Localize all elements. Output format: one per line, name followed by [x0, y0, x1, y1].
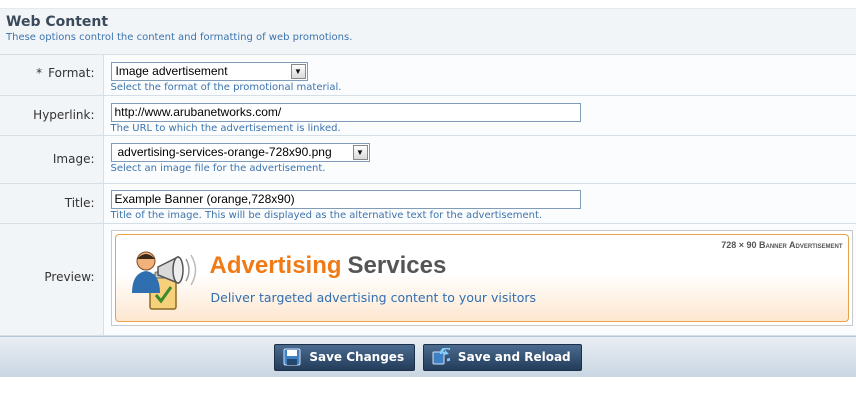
section-header: Web Content These options control the co… — [0, 9, 856, 55]
image-row: Image: advertising-services-orange-728x9… — [0, 135, 856, 184]
save-and-reload-label: Save and Reload — [457, 350, 571, 364]
banner-title-rest: Services — [347, 251, 447, 279]
image-label-cell: Image: — [0, 135, 104, 184]
chevron-down-icon[interactable]: ▼ — [290, 64, 306, 79]
image-help: Select an image file for the advertiseme… — [110, 162, 326, 174]
megaphone-person-icon — [131, 251, 196, 310]
format-select-value: Image advertisement — [115, 64, 228, 78]
floppy-disk-icon — [283, 348, 301, 366]
title-label-cell: Title: — [0, 183, 104, 224]
format-label-cell: * Format: — [0, 55, 104, 96]
preview-row: Preview: 728 × 90 Banner Advertisement A… — [0, 223, 856, 336]
preview-field-cell: 728 × 90 Banner Advertisement Advertisin… — [103, 223, 856, 336]
hyperlink-help: The URL to which the advertisement is li… — [110, 122, 341, 134]
hyperlink-field-cell: http://www.arubanetworks.com/ The URL to… — [103, 95, 856, 136]
button-bar: Save Changes Save and Reload — [0, 335, 856, 377]
image-select[interactable]: advertising-services-orange-728x90.png ▼ — [110, 142, 370, 162]
image-field-cell: advertising-services-orange-728x90.png ▼… — [103, 135, 856, 184]
preview-frame: 728 × 90 Banner Advertisement Advertisin… — [110, 229, 853, 326]
banner-size-badge: 728 × 90 Banner Advertisement — [721, 240, 842, 250]
hyperlink-input[interactable]: http://www.arubanetworks.com/ — [110, 102, 581, 122]
title-label: Title: — [64, 195, 95, 210]
required-marker: * — [36, 66, 43, 80]
format-label: Format: — [48, 66, 95, 80]
banner-badge-text: 728 × 90 Banner Advertisement — [721, 239, 843, 250]
chevron-down-icon[interactable]: ▼ — [352, 144, 368, 160]
banner-title: Advertising Services — [210, 252, 447, 280]
banner-subtitle: Deliver targeted advertising content to … — [210, 289, 537, 305]
section-description: These options control the content and fo… — [6, 32, 353, 43]
save-changes-label: Save Changes — [309, 350, 405, 364]
image-select-value: advertising-services-orange-728x90.png — [117, 144, 332, 159]
section-title: Web Content — [6, 14, 109, 30]
save-and-reload-button[interactable]: Save and Reload — [422, 343, 582, 371]
format-help: Select the format of the promotional mat… — [110, 82, 342, 93]
web-content-form: * Format: Image advertisement ▼ Select th… — [0, 55, 856, 336]
top-strip — [0, 0, 856, 9]
hyperlink-label-cell: Hyperlink: — [0, 95, 104, 136]
title-input[interactable]: Example Banner (orange,728x90) — [110, 189, 581, 209]
title-field-cell: Example Banner (orange,728x90) Title of … — [103, 183, 856, 224]
banner-preview: 728 × 90 Banner Advertisement Advertisin… — [114, 233, 849, 322]
banner-title-accent: Advertising — [209, 251, 342, 279]
hyperlink-row: Hyperlink: http://www.arubanetworks.com/… — [0, 95, 856, 136]
title-help: Title of the image. This will be display… — [110, 209, 543, 221]
format-field-cell: Image advertisement ▼ Select the format … — [103, 55, 856, 96]
title-row: Title: Example Banner (orange,728x90) Ti… — [0, 183, 856, 224]
hyperlink-label: Hyperlink: — [33, 107, 95, 122]
save-changes-button[interactable]: Save Changes — [274, 343, 416, 371]
format-select[interactable]: Image advertisement ▼ — [110, 62, 308, 81]
save-and-reload-icon — [432, 348, 450, 365]
preview-label-cell: Preview: — [0, 223, 104, 336]
preview-label: Preview: — [44, 269, 95, 284]
format-row: * Format: Image advertisement ▼ Select th… — [0, 55, 856, 96]
image-label: Image: — [52, 151, 95, 166]
